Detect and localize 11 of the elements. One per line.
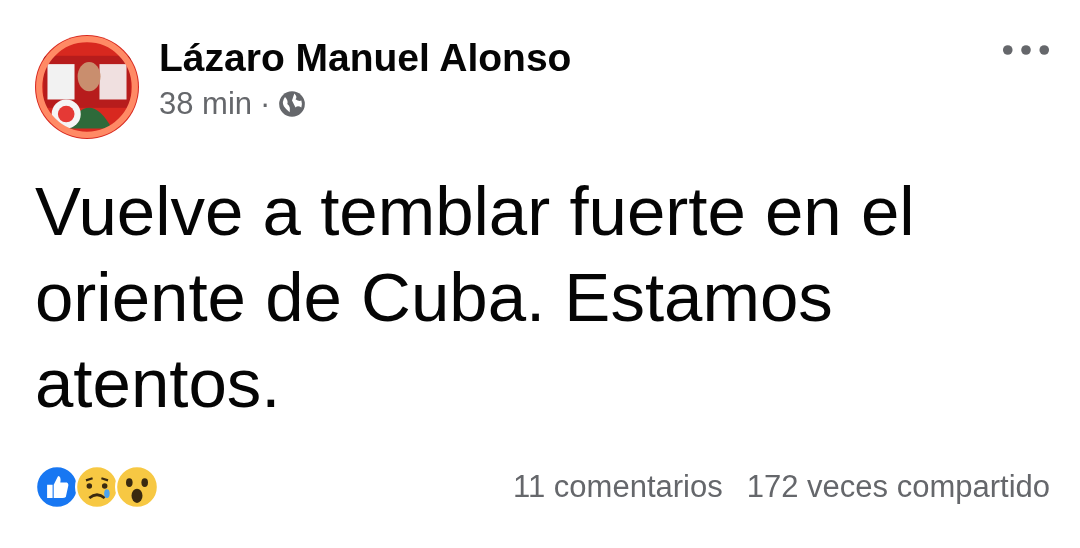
wow-face-icon[interactable] xyxy=(115,465,159,509)
shares-count[interactable]: 172 veces compartido xyxy=(746,469,1050,505)
post-text: Vuelve a temblar fuerte en el oriente de Cuba. Estamos atentos. xyxy=(35,172,916,424)
more-options-icon[interactable] xyxy=(1002,44,1050,56)
globe-icon xyxy=(278,90,307,118)
like-reaction-icon[interactable] xyxy=(35,465,79,509)
comments-count[interactable]: 11 comentarios xyxy=(513,469,723,505)
post-time[interactable]: 38 min xyxy=(159,86,253,122)
crying-face-icon[interactable] xyxy=(75,465,119,509)
author-name[interactable]: Lázaro Manuel Alonso xyxy=(159,36,1002,80)
separator: · xyxy=(260,86,271,122)
